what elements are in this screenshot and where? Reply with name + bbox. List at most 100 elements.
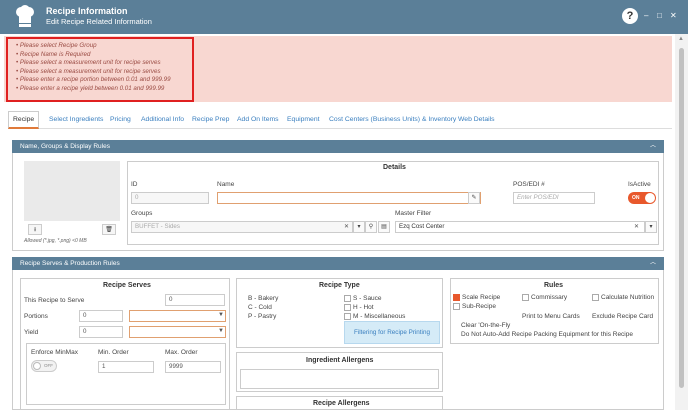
serve-field[interactable]: 0	[165, 294, 225, 306]
recipe-type-title: Recipe Type	[319, 282, 360, 289]
tab-equipment[interactable]: Equipment	[287, 111, 320, 129]
tab-recipe[interactable]: Recipe	[8, 111, 40, 129]
type-bakery[interactable]: B - Bakery	[248, 295, 278, 302]
yield-field[interactable]: 0	[79, 326, 123, 338]
section-title: Recipe Serves & Production Rules	[20, 260, 120, 267]
exclude-card-label[interactable]: Exclude Recipe Card	[592, 313, 653, 320]
chef-hat-icon	[16, 5, 34, 27]
type-misc: M - Miscellaneous	[353, 313, 406, 320]
enforce-toggle-state: OFF	[44, 363, 53, 368]
error-message: Please select a measurement unit for rec…	[16, 68, 171, 77]
ingredient-allergens-list	[240, 369, 439, 389]
document-icon[interactable]: ▤	[378, 221, 390, 233]
window-title: Recipe Information	[46, 6, 128, 16]
dropdown-arrow-icon[interactable]: ▾	[353, 221, 365, 233]
tab-web-details[interactable]: Web Details	[458, 111, 495, 129]
vertical-scrollbar[interactable]: ▲	[675, 34, 688, 410]
scale-recipe-label: Scale Recipe	[462, 294, 501, 301]
help-icon[interactable]: ?	[622, 8, 638, 24]
trash-icon[interactable]: 🗑	[102, 224, 116, 235]
groups-select[interactable]: BUFFET - Sides	[131, 221, 353, 233]
allowed-formats: Allowed (*.jpg, *.png) <0 MB	[24, 238, 87, 244]
scroll-up-icon[interactable]: ▲	[678, 36, 684, 42]
type-cold[interactable]: C - Cold	[248, 304, 272, 311]
min-order-label: Min. Order	[98, 349, 129, 356]
details-title: Details	[383, 164, 406, 171]
dropdown-arrow-icon[interactable]: ▼	[218, 328, 224, 334]
collapse-icon[interactable]: ︿	[650, 140, 656, 153]
master-filter-label: Master Filter	[395, 210, 432, 217]
collapse-icon[interactable]: ︿	[650, 257, 656, 270]
error-message: Please enter a recipe yield between 0.01…	[16, 85, 171, 94]
min-order-field[interactable]: 1	[98, 361, 154, 373]
yield-unit-select[interactable]	[129, 326, 226, 338]
type-misc-checkbox[interactable]	[344, 313, 351, 320]
recipe-image-placeholder[interactable]	[24, 161, 120, 221]
enforce-toggle[interactable]: OFF	[31, 360, 57, 372]
minimize-button[interactable]: –	[644, 11, 648, 20]
portions-unit-select[interactable]	[129, 310, 226, 322]
error-list: Please select Recipe Group Recipe Name i…	[16, 42, 171, 94]
type-pastry[interactable]: P - Pastry	[248, 313, 276, 320]
groups-label: Groups	[131, 210, 153, 217]
no-auto-add-label[interactable]: Do Not Auto-Add Recipe Packing Equipment…	[461, 331, 633, 338]
restore-button[interactable]: □	[657, 11, 662, 20]
rules-title: Rules	[544, 282, 564, 289]
type-sauce-checkbox[interactable]	[344, 295, 351, 302]
portions-field[interactable]: 0	[79, 310, 123, 322]
error-message: Recipe Name is Required	[16, 51, 171, 60]
filter-printing-button[interactable]: Filtering for Recipe Printing	[344, 321, 440, 344]
yield-label: Yield	[24, 329, 39, 336]
section-name-groups[interactable]: Name, Groups & Display Rules ︿	[12, 140, 664, 153]
error-message: Please select a measurement unit for rec…	[16, 59, 171, 68]
calc-nutrition-label: Calculate Nutrition	[601, 294, 655, 301]
ingredient-allergens-title: Ingredient Allergens	[306, 357, 374, 364]
tab-cost-centers[interactable]: Cost Centers (Business Units) & Inventor…	[329, 111, 456, 129]
clear-icon[interactable]: ✕	[634, 223, 639, 230]
name-field[interactable]	[217, 192, 481, 204]
max-order-label: Max. Order	[165, 349, 198, 356]
print-menu-label[interactable]: Print to Menu Cards	[522, 313, 580, 320]
pos-field[interactable]: Enter POS/EDI	[513, 192, 595, 204]
error-message: Please enter a recipe portion between 0.…	[16, 76, 171, 85]
scale-recipe-checkbox[interactable]	[453, 294, 460, 301]
sub-recipe-label: Sub-Recipe	[462, 303, 496, 310]
master-filter-select[interactable]: Ezq Cost Center	[395, 221, 645, 233]
tab-add-on-items[interactable]: Add On Items	[237, 111, 279, 129]
commissary-label: Commissary	[531, 294, 568, 301]
active-toggle-state: ON	[632, 195, 640, 201]
title-bar: Recipe Information Edit Recipe Related I…	[0, 0, 688, 34]
tab-additional-info[interactable]: Additional Info	[141, 111, 184, 129]
commissary-checkbox[interactable]	[522, 294, 529, 301]
active-toggle[interactable]: ON	[628, 192, 656, 204]
id-field: 0	[131, 192, 209, 204]
pos-label: POS/EDI #	[513, 181, 545, 188]
section-title: Name, Groups & Display Rules	[20, 143, 110, 150]
id-label: ID	[131, 181, 138, 188]
dropdown-arrow-icon[interactable]: ▼	[218, 312, 224, 318]
error-message: Please select Recipe Group	[16, 42, 171, 51]
type-hot-checkbox[interactable]	[344, 304, 351, 311]
enforce-label: Enforce MinMax	[31, 349, 78, 356]
type-sauce: S - Sauce	[353, 295, 382, 302]
type-hot: H - Hot	[353, 304, 374, 311]
clear-icon[interactable]: ✕	[344, 223, 349, 230]
calc-nutrition-checkbox[interactable]	[592, 294, 599, 301]
tab-pricing[interactable]: Pricing	[110, 111, 131, 129]
section-recipe-serves[interactable]: Recipe Serves & Production Rules ︿	[12, 257, 664, 270]
recipe-serves-title: Recipe Serves	[103, 282, 151, 289]
upload-icon[interactable]: ⭳	[28, 224, 42, 235]
dropdown-arrow-icon[interactable]: ▾	[645, 221, 657, 233]
edit-pencil-icon[interactable]: ✎	[468, 192, 480, 204]
max-order-field[interactable]: 9999	[165, 361, 221, 373]
tab-recipe-prep[interactable]: Recipe Prep	[192, 111, 229, 129]
serve-label: This Recipe to Serve	[24, 297, 85, 304]
clear-fly-label[interactable]: Clear 'On-the-Fly	[461, 322, 510, 329]
active-label: IsActive	[628, 181, 651, 188]
tab-select-ingredients[interactable]: Select Ingredients	[49, 111, 103, 129]
portions-label: Portions	[24, 313, 48, 320]
search-icon[interactable]: ⚲	[365, 221, 377, 233]
sub-recipe-checkbox[interactable]	[453, 303, 460, 310]
scroll-thumb[interactable]	[679, 48, 684, 388]
close-button[interactable]: ✕	[670, 11, 677, 20]
